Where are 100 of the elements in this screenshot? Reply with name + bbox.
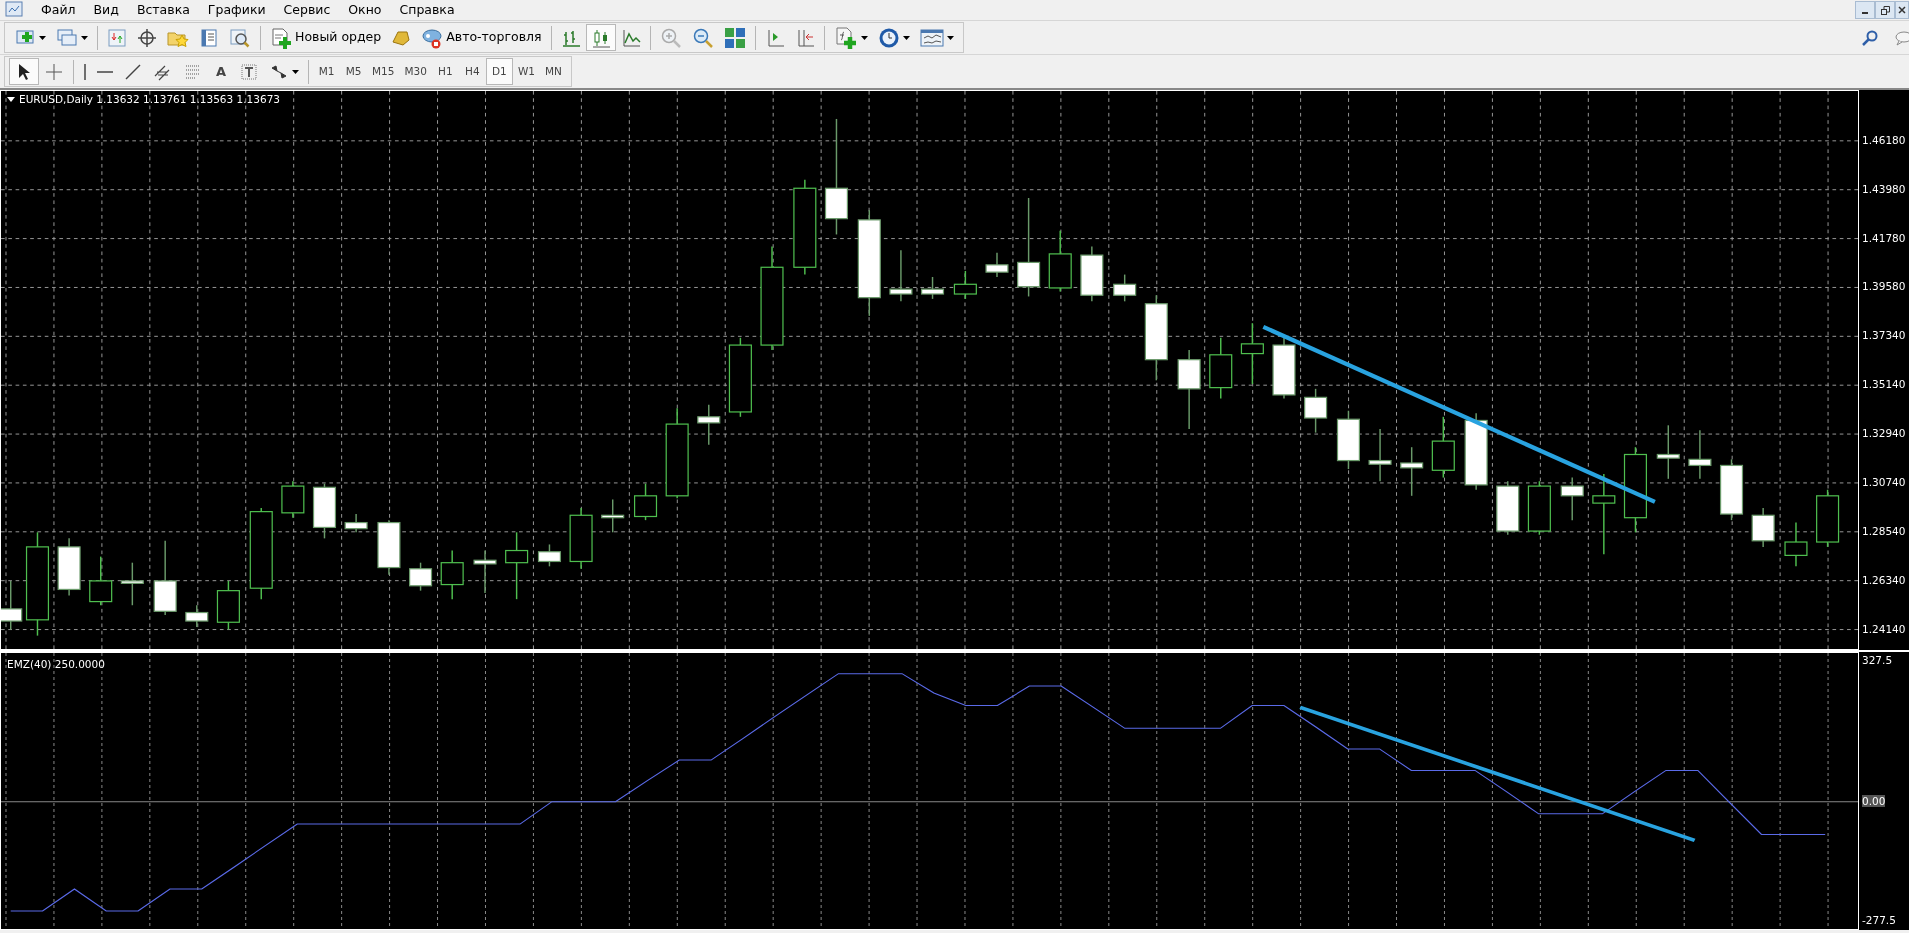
new-order-button[interactable]: Новый ордер [265,24,387,51]
price-label: 1.24140 [1862,622,1906,635]
tile-windows-icon [723,26,746,49]
zoom-out-icon [691,26,714,49]
price-label: 1.26340 [1862,573,1906,586]
candles-icon [590,27,611,48]
timeframe-button[interactable]: H1 [431,58,459,85]
candle [1304,388,1328,434]
candle [1080,245,1104,303]
timeframe-button[interactable]: M15 [367,58,400,85]
chat-icon[interactable] [1895,28,1909,47]
horizontal-line-icon [97,69,113,74]
line-chart-icon [620,27,641,48]
template-chart-icon [919,27,944,48]
candle [440,549,464,600]
menu-item[interactable]: Файл [32,0,85,20]
function-plus-icon [833,25,858,50]
trend-line[interactable] [1262,324,1656,504]
menu-item[interactable]: Справка [390,0,464,20]
candle [216,580,240,631]
auto-trading-button[interactable]: Авто-торговля [416,24,547,51]
candle [505,531,529,600]
timeframe-button[interactable]: D1 [485,58,513,85]
price-label: 1.28540 [1862,524,1906,537]
candle [312,482,337,540]
timeframe-button[interactable]: M1 [313,58,341,85]
candle [889,249,913,303]
collapse-triangle-icon[interactable] [7,96,15,102]
candle [120,561,144,606]
candle [537,543,561,568]
timeframe-button[interactable]: W1 [512,58,540,85]
menu-item[interactable]: Окно [339,0,391,20]
candle [1816,489,1840,548]
candle [1048,230,1072,293]
candle [1784,521,1808,568]
close-button[interactable] [1895,1,1909,19]
axis-tick-label: 0.00 [1862,794,1886,807]
candle [1719,458,1744,521]
minimize-button[interactable] [1855,1,1875,19]
candle [1560,476,1584,521]
candle [1431,416,1455,479]
menu-item[interactable]: Сервис [274,0,340,20]
candle [57,537,81,597]
document-plus-icon [270,26,292,49]
candle [1368,428,1392,482]
candle [1527,480,1551,536]
candle [1272,337,1296,400]
windows-icon [56,27,78,48]
close-icon [1898,6,1906,14]
axis-tick-label: 327.5 [1862,654,1893,666]
candle [697,403,721,446]
caret-icon[interactable] [81,35,88,40]
timeframe-button[interactable]: H4 [458,58,486,85]
indicator-title: EMZ(40) 250.0000 [7,658,105,670]
search-icon[interactable] [1861,28,1879,47]
candle [1496,480,1520,536]
trend-line[interactable] [1299,705,1696,843]
price-label: 1.46180 [1862,133,1906,146]
app-icon[interactable] [4,1,24,19]
candle [377,519,401,576]
price-label: 1.37340 [1862,329,1906,342]
candle [1113,273,1137,303]
price-label: 1.30740 [1862,475,1906,488]
candle [1688,429,1712,480]
timeframe-button[interactable]: M30 [399,58,432,85]
candle [569,507,593,570]
clock-icon [877,26,900,49]
drawing-tool-button[interactable] [9,58,39,85]
caret-icon[interactable] [39,35,46,40]
chart-type-button[interactable] [585,24,616,51]
menu-item[interactable]: Вид [84,0,128,20]
robot-stop-icon [421,26,444,49]
caret-icon[interactable] [860,35,868,40]
restore-icon [1880,5,1890,15]
candle [185,604,209,628]
restore-button[interactable] [1875,1,1895,19]
candle [985,251,1009,278]
menu-item[interactable]: Графики [198,0,275,20]
magnifier-chart-icon [229,27,251,48]
caret-icon[interactable] [902,35,910,40]
price-label: 1.39580 [1862,280,1906,293]
caret-icon[interactable] [292,69,300,74]
crosshair-icon [44,61,64,82]
chart-title: EURUSD,Daily 1.13632 1.13761 1.13563 1.13673 [19,93,280,105]
panel-icon [199,27,219,48]
text-tool-button[interactable]: A [208,58,235,85]
timeframe-button[interactable]: M5 [340,58,368,85]
candle [921,276,945,300]
crosshair-icon [137,27,157,48]
price-label: 1.35140 [1862,378,1906,391]
price-label: 1.41780 [1862,231,1906,244]
caret-icon[interactable] [946,35,954,40]
candle [1400,446,1424,497]
candle [634,482,658,521]
axis-tick-label: -277.5 [1862,914,1896,926]
candle [1209,337,1233,400]
menu-item[interactable]: Вставка [127,0,199,20]
price-label: 1.43980 [1862,182,1906,195]
timeframe-button[interactable]: MN [539,58,567,85]
vertical-line-icon [83,63,87,80]
